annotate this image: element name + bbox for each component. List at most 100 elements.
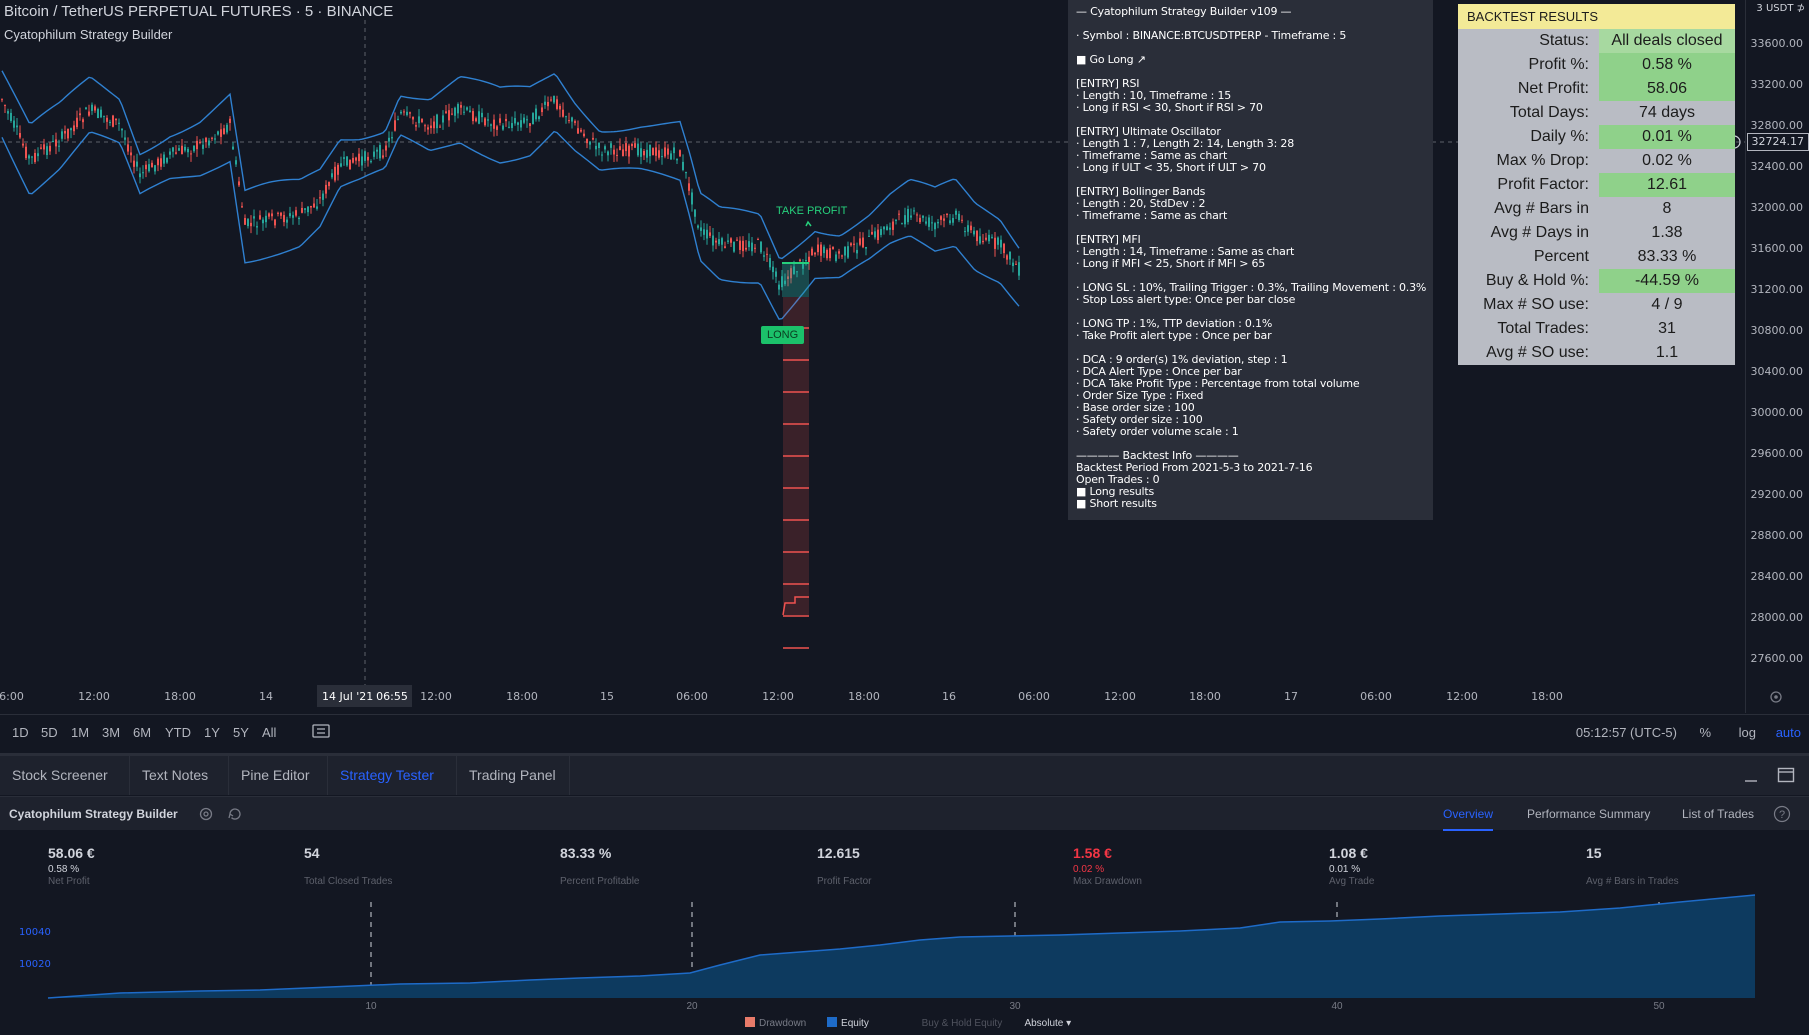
auto-toggle[interactable]: auto bbox=[1776, 725, 1801, 740]
candle-body bbox=[643, 151, 645, 156]
candle-body bbox=[331, 173, 333, 178]
panel-tab[interactable]: Pine Editor bbox=[229, 756, 328, 795]
time-tick: 12:00 bbox=[78, 690, 110, 703]
info-line: · Stop Loss alert type: Once per bar clo… bbox=[1076, 293, 1296, 306]
candle-body bbox=[301, 207, 303, 213]
backtest-value: 58.06 bbox=[1599, 77, 1735, 101]
price-unit: 3 USDT ⊅ bbox=[1756, 3, 1805, 14]
range-button[interactable]: 5D bbox=[41, 725, 58, 740]
help-icon[interactable]: ? bbox=[1773, 805, 1791, 828]
tab-performance-summary[interactable]: Performance Summary bbox=[1527, 807, 1650, 821]
candle-body bbox=[424, 125, 426, 127]
price-axis[interactable]: 3 USDT ⊅ 32724.17 33600.00 33200.00 32800.… bbox=[1745, 0, 1809, 713]
price-tick: 28800.00 bbox=[1750, 529, 1804, 542]
range-button[interactable]: 3M bbox=[102, 725, 120, 740]
candle-body bbox=[1012, 262, 1014, 267]
candle-body bbox=[730, 238, 732, 243]
clock[interactable]: 05:12:57 (UTC-5) bbox=[1576, 725, 1677, 740]
candle-body bbox=[946, 213, 948, 215]
candle-body bbox=[298, 217, 300, 220]
price-chart[interactable]: Bitcoin / TetherUS PERPETUAL FUTURES · 5… bbox=[0, 0, 1745, 713]
tab-list-of-trades[interactable]: List of Trades bbox=[1682, 807, 1754, 821]
candle-body bbox=[586, 139, 588, 144]
legend-equity[interactable]: Equity bbox=[841, 1018, 869, 1029]
candle-body bbox=[799, 259, 801, 262]
candle-body bbox=[151, 162, 153, 168]
settings-icon[interactable] bbox=[198, 806, 214, 827]
panel-tab[interactable]: Strategy Tester bbox=[328, 756, 457, 795]
backtest-row: Status:All deals closed (54) bbox=[1458, 29, 1735, 73]
candle-body bbox=[1006, 255, 1008, 260]
candle-body bbox=[580, 129, 582, 132]
compare-icon[interactable] bbox=[312, 723, 330, 742]
candle-body bbox=[754, 247, 756, 249]
backtest-value: 8 bbox=[1599, 197, 1735, 221]
candle-body bbox=[838, 251, 840, 254]
time-tick: 17 bbox=[1284, 690, 1298, 703]
log-toggle[interactable]: log bbox=[1739, 725, 1756, 740]
minimize-icon[interactable] bbox=[1743, 768, 1759, 789]
backtest-results-title: BACKTEST RESULTS bbox=[1458, 4, 1735, 29]
candle-body bbox=[229, 118, 231, 123]
candle-body bbox=[346, 156, 348, 166]
candle-body bbox=[952, 218, 954, 223]
tab-overview[interactable]: Overview bbox=[1443, 807, 1494, 831]
candle-body bbox=[10, 112, 12, 122]
bollinger-upper-band bbox=[1, 70, 1020, 260]
candle-body bbox=[598, 142, 600, 149]
time-axis[interactable]: 14 Jul '21 06:00 12:00 18:00 14 06:55 12:00 18:… bbox=[0, 685, 1745, 707]
candle-body bbox=[553, 95, 555, 103]
range-button[interactable]: 6M bbox=[133, 725, 151, 740]
percent-toggle[interactable]: % bbox=[1699, 725, 1711, 740]
range-button[interactable]: 5Y bbox=[233, 725, 249, 740]
candle-body bbox=[658, 150, 660, 158]
candle-body bbox=[46, 146, 48, 156]
range-button[interactable]: 1Y bbox=[204, 725, 220, 740]
time-tick: 06:00 bbox=[1018, 690, 1050, 703]
backtest-row: Avg # Days in Trades:1.38 bbox=[1458, 221, 1735, 265]
candle-body bbox=[817, 244, 819, 253]
bottom-panel-tabs: Stock Screener Text Notes Pine Editor Strat… bbox=[0, 753, 1809, 795]
indicator-name[interactable]: Cyatophilum Strategy Builder bbox=[4, 27, 172, 42]
range-button[interactable]: All bbox=[262, 725, 276, 740]
candle-body bbox=[166, 157, 168, 163]
symbol-title[interactable]: Bitcoin / TetherUS PERPETUAL FUTURES · 5… bbox=[4, 3, 393, 20]
price-tick: 30800.00 bbox=[1750, 324, 1804, 337]
panel-tab[interactable]: Stock Screener bbox=[0, 756, 130, 795]
range-button[interactable]: 1D bbox=[12, 725, 29, 740]
candle-body bbox=[106, 117, 108, 122]
candle-body bbox=[910, 215, 912, 218]
candle-body bbox=[418, 116, 420, 124]
candle-body bbox=[487, 119, 489, 121]
candle-body bbox=[649, 144, 651, 157]
candle-body bbox=[235, 160, 237, 165]
candle-body bbox=[670, 153, 672, 160]
candle-body bbox=[982, 240, 984, 243]
info-line: · Take Profit alert type : Once per bar bbox=[1076, 329, 1272, 342]
legend-drawdown[interactable]: Drawdown bbox=[759, 1018, 806, 1029]
panel-tab[interactable]: Trading Panel bbox=[457, 756, 570, 795]
legend-buyhold[interactable]: Buy & Hold Equity bbox=[922, 1018, 1003, 1029]
legend-mode-dropdown[interactable]: Absolute ▾ bbox=[1024, 1018, 1071, 1029]
deep-backtest-icon[interactable] bbox=[227, 806, 245, 827]
candle-body bbox=[808, 256, 810, 263]
panel-tab[interactable]: Text Notes bbox=[130, 756, 229, 795]
candle-body bbox=[676, 158, 678, 161]
range-button[interactable]: YTD bbox=[165, 725, 191, 740]
chart-settings-icon[interactable] bbox=[1768, 689, 1784, 710]
backtest-row: Max # SO use: 4 / 9 bbox=[1458, 293, 1735, 317]
candle-body bbox=[124, 137, 126, 140]
candle-body bbox=[562, 109, 564, 117]
candle-body bbox=[820, 244, 822, 256]
backtest-value: 12.61 bbox=[1599, 173, 1735, 197]
candle-body bbox=[433, 121, 435, 129]
candle-body bbox=[391, 137, 393, 139]
backtest-value: 0.02 % bbox=[1599, 149, 1735, 173]
equity-chart[interactable]: 10040 10020 Drawdown Equity Buy & Hold E… bbox=[0, 890, 1809, 1035]
backtest-row: Percent Profitable:83.33 % bbox=[1458, 245, 1735, 289]
candle-body bbox=[427, 127, 429, 130]
range-button[interactable]: 1M bbox=[71, 725, 89, 740]
candle-body bbox=[199, 141, 201, 143]
maximize-icon[interactable] bbox=[1777, 766, 1795, 789]
equity-curve bbox=[47, 894, 1756, 999]
